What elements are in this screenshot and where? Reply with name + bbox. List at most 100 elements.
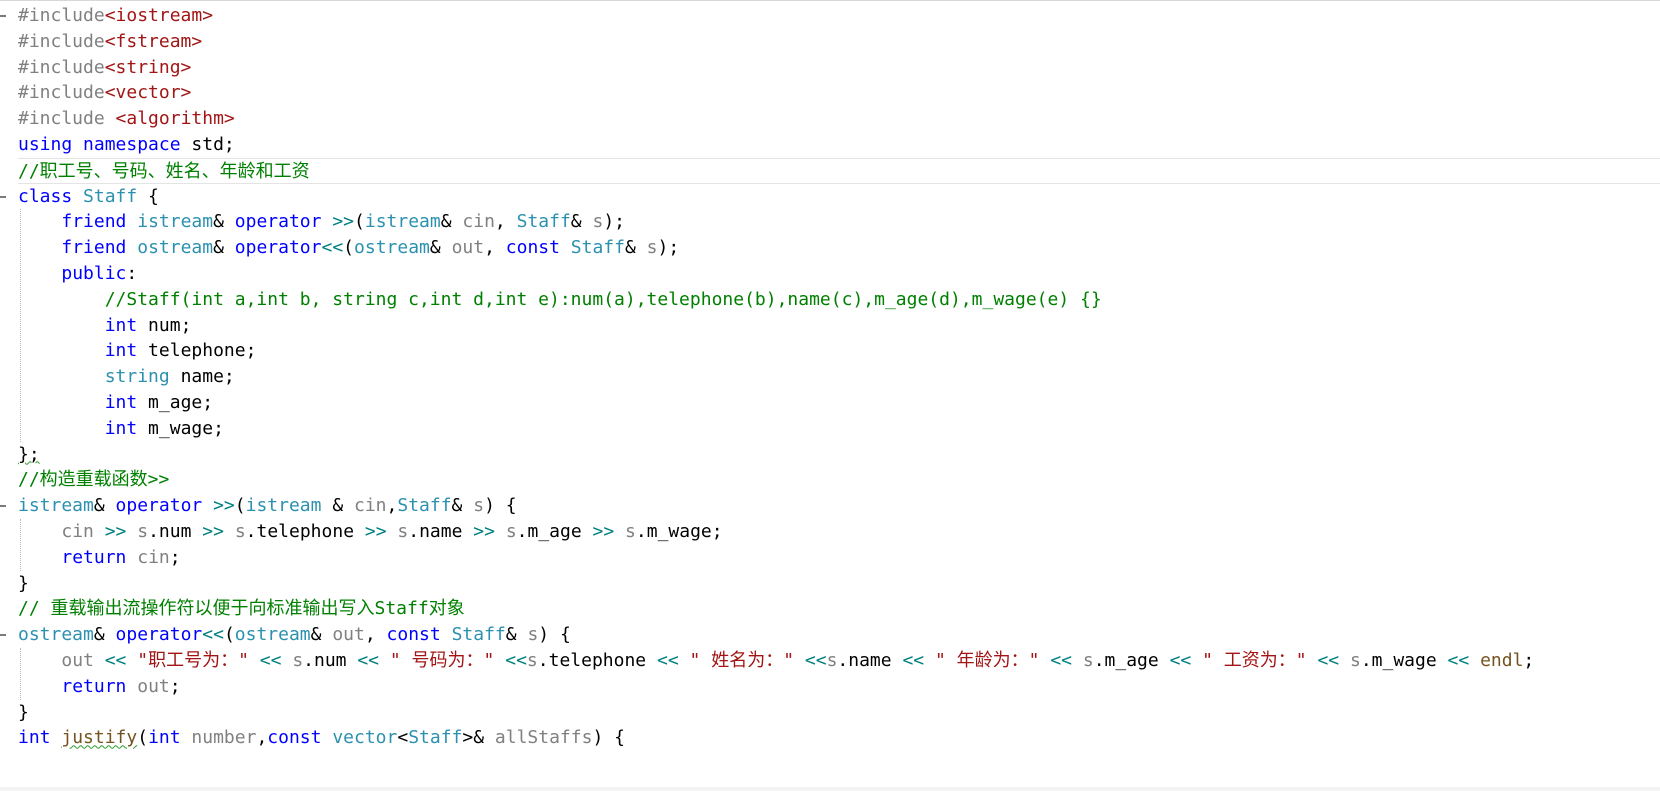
code-token: << <box>104 649 127 671</box>
code-line[interactable]: } <box>18 700 1660 726</box>
code-token: .m_wage <box>1360 649 1448 671</box>
code-token: Staff <box>83 185 138 207</box>
code-token: & <box>93 624 116 646</box>
code-line[interactable]: return out; <box>18 674 1660 700</box>
code-token: const <box>505 237 560 259</box>
code-line[interactable]: using namespace std; <box>18 132 1660 158</box>
code-token: ) { <box>484 495 517 517</box>
code-line[interactable]: #include <algorithm> <box>18 106 1660 132</box>
code-token: ; <box>169 675 181 697</box>
code-token: >> <box>592 520 615 542</box>
code-line[interactable]: // 重载输出流操作符以便于向标准输出写入Staff对象 <box>18 596 1660 622</box>
code-token: & <box>570 211 593 233</box>
code-token: ( <box>137 727 149 749</box>
code-token: s <box>292 649 304 671</box>
code-token: "职工号为：" <box>137 649 249 671</box>
code-token: & <box>310 624 333 646</box>
code-area[interactable]: #include<iostream> #include<fstream> #incl… <box>18 3 1660 751</box>
code-line[interactable]: class Staff { <box>18 184 1660 210</box>
code-token: << <box>1447 649 1470 671</box>
code-token: << <box>1317 649 1340 671</box>
code-line[interactable]: cin >> s.num >> s.telephone >> s.name >>… <box>18 519 1660 545</box>
fold-toggle-icon[interactable] <box>0 634 6 637</box>
code-token: <fstream> <box>104 30 203 52</box>
code-token: istream <box>245 495 322 517</box>
code-token: } <box>18 572 29 594</box>
code-token: ; <box>1523 649 1535 671</box>
code-line[interactable]: return cin; <box>18 545 1660 571</box>
code-token: << <box>357 649 380 671</box>
code-line[interactable]: string name; <box>18 364 1660 390</box>
code-token: << <box>321 237 344 259</box>
code-token: std; <box>180 133 235 155</box>
fold-toggle-icon[interactable] <box>0 14 6 17</box>
code-line[interactable]: #include<string> <box>18 55 1660 81</box>
code-line[interactable]: istream& operator >>(istream & cin,Staff… <box>18 493 1660 519</box>
fold-gutter[interactable] <box>0 1 12 791</box>
code-token: & <box>93 495 116 517</box>
code-token: << <box>902 649 925 671</box>
code-token: out <box>61 649 94 671</box>
code-token: .telephone <box>245 520 365 542</box>
code-line[interactable]: out << "职工号为：" << s.num << " 号码为：" <<s.t… <box>18 648 1660 674</box>
code-token: string <box>104 366 170 388</box>
code-token: //职工号、号码、姓名、年龄和工资 <box>18 160 310 182</box>
code-line[interactable]: friend ostream& operator<<(ostream& out,… <box>18 235 1660 261</box>
fold-toggle-icon[interactable] <box>0 505 6 508</box>
code-token: out <box>137 675 170 697</box>
code-token: int <box>104 417 138 439</box>
code-token: ) { <box>592 727 625 749</box>
code-line[interactable]: ostream& operator<<(ostream& out, const … <box>18 622 1660 648</box>
code-line[interactable]: public: <box>18 261 1660 287</box>
fold-toggle-icon[interactable] <box>0 195 6 198</box>
code-token: istream <box>364 211 441 233</box>
code-token: int <box>18 727 51 749</box>
code-line[interactable]: int m_age; <box>18 390 1660 416</box>
code-token: s <box>1082 649 1094 671</box>
code-token: #include <box>18 30 105 52</box>
code-line[interactable]: //构造重载函数>> <box>18 467 1660 493</box>
code-line[interactable]: //职工号、号码、姓名、年龄和工资 <box>18 157 1660 184</box>
code-token: return <box>61 675 127 697</box>
code-line[interactable]: } <box>18 571 1660 597</box>
code-token: telephone; <box>137 340 257 362</box>
code-token: s <box>473 495 485 517</box>
code-line[interactable]: int num; <box>18 313 1660 339</box>
code-line[interactable]: }; <box>18 442 1660 468</box>
code-line[interactable]: int m_wage; <box>18 416 1660 442</box>
code-token: << <box>1169 649 1192 671</box>
code-line[interactable]: friend istream& operator >>(istream& cin… <box>18 209 1660 235</box>
code-token: >> <box>364 520 387 542</box>
code-editor[interactable]: #include<iostream> #include<fstream> #incl… <box>0 0 1660 791</box>
indent-guide <box>20 519 21 571</box>
code-line[interactable]: #include<iostream> <box>18 3 1660 29</box>
code-token: << <box>804 649 827 671</box>
code-token: .telephone <box>537 649 657 671</box>
code-line[interactable]: int justify(int number,const vector<Staf… <box>18 725 1660 751</box>
code-token: ostream <box>18 624 94 646</box>
code-line[interactable]: #include<fstream> <box>18 29 1660 55</box>
code-token: { <box>137 185 159 207</box>
code-line[interactable]: #include<vector> <box>18 80 1660 106</box>
code-line[interactable]: //Staff(int a,int b, string c,int d,int … <box>18 287 1660 313</box>
code-token: <string> <box>104 56 192 78</box>
code-token: int <box>104 391 138 413</box>
code-line[interactable]: int telephone; <box>18 338 1660 364</box>
